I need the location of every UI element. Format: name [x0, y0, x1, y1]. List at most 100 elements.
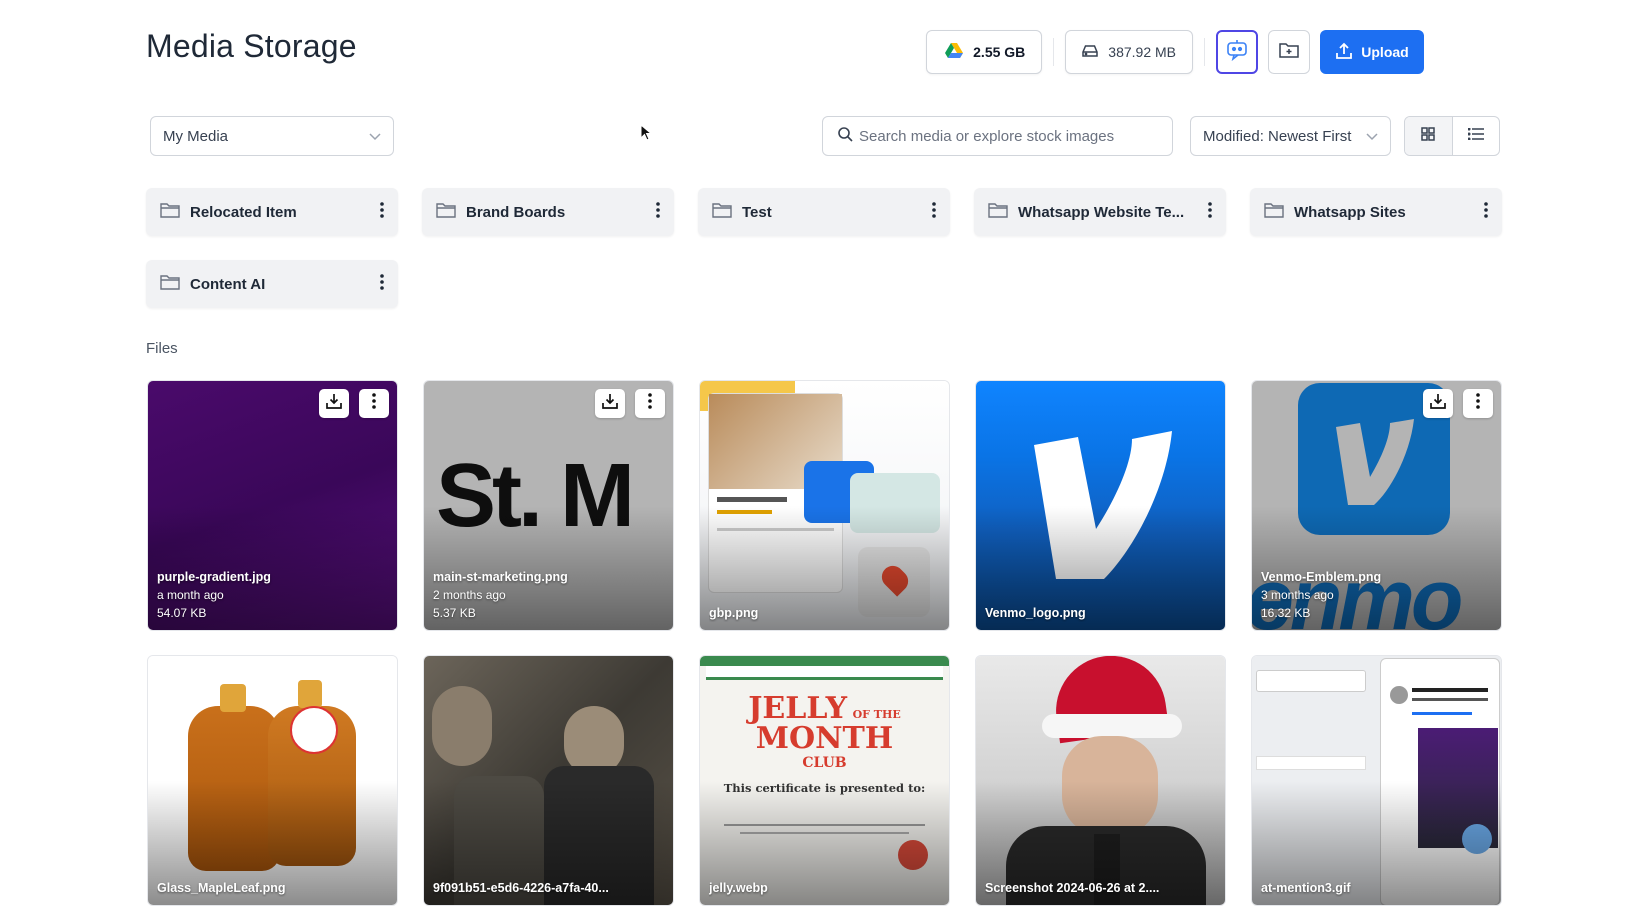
file-name: Venmo-Emblem.png [1261, 570, 1382, 584]
folder-item[interactable]: Content AI [146, 260, 398, 308]
google-drive-usage-button[interactable]: 2.55 GB [926, 30, 1043, 74]
grid-view-button[interactable] [1405, 117, 1453, 155]
folder-item[interactable]: Whatsapp Sites [1250, 188, 1502, 236]
google-drive-icon [945, 42, 964, 62]
file-card[interactable]: St. Mmain-st-marketing.png 2 months ago 5.… [423, 380, 674, 631]
folder-icon [160, 274, 180, 294]
folder-icon [436, 202, 456, 222]
sort-select[interactable]: Modified: Newest First [1190, 116, 1391, 156]
file-card-actions [309, 389, 389, 418]
folder-item[interactable]: Brand Boards [422, 188, 674, 236]
file-card[interactable]: Glass_MapleLeaf.png [147, 655, 398, 906]
new-folder-button[interactable] [1268, 30, 1310, 74]
download-button[interactable] [319, 389, 349, 418]
folder-icon [1264, 202, 1284, 222]
folder-name: Brand Boards [466, 203, 566, 221]
more-options-icon[interactable] [380, 274, 384, 294]
file-card[interactable]: 9f091b51-e5d6-4226-a7fa-40... [423, 655, 674, 906]
thumbnail-title-small: OF THE [852, 708, 901, 721]
download-icon [326, 393, 342, 414]
file-modified: 3 months ago [1261, 588, 1334, 602]
file-card[interactable]: JELLY OF THEMONTHCLUBThis certificate is… [699, 655, 950, 906]
upload-label: Upload [1361, 44, 1409, 60]
download-button[interactable] [595, 389, 625, 418]
search-icon [837, 126, 853, 146]
file-name: main-st-marketing.png [433, 570, 568, 584]
file-size: 54.07 KB [157, 606, 207, 620]
more-options-icon [648, 393, 652, 414]
local-storage-usage-value: 387.92 MB [1108, 44, 1176, 60]
file-meta: Venmo_logo.png [985, 604, 1217, 622]
file-more-options-button[interactable] [635, 389, 665, 418]
hard-drive-icon [1082, 44, 1099, 61]
folder-name: Content AI [190, 275, 266, 293]
file-card[interactable]: gbp.png [699, 380, 950, 631]
download-icon [602, 393, 618, 414]
file-name: Venmo_logo.png [985, 606, 1086, 620]
folder-icon [988, 202, 1008, 222]
media-source-select[interactable]: My Media [150, 116, 394, 156]
thumbnail-title-small: CLUB [802, 755, 847, 771]
folder-item[interactable]: Test [698, 188, 950, 236]
folder-icon [160, 202, 180, 222]
more-options-icon [1476, 393, 1480, 414]
file-card[interactable]: at-mention3.gif [1251, 655, 1502, 906]
sort-value: Modified: Newest First [1203, 127, 1352, 145]
file-modified: 2 months ago [433, 588, 506, 602]
file-name: Screenshot 2024-06-26 at 2.... [985, 881, 1160, 895]
file-meta: 9f091b51-e5d6-4226-a7fa-40... [433, 879, 665, 897]
file-card[interactable]: Screenshot 2024-06-26 at 2.... [975, 655, 1226, 906]
header-actions: 2.55 GB 387.92 MB Upload [926, 30, 1424, 74]
google-drive-usage-value: 2.55 GB [973, 44, 1026, 60]
file-card[interactable]: Venmo_logo.png [975, 380, 1226, 631]
file-more-options-button[interactable] [359, 389, 389, 418]
download-icon [1430, 393, 1446, 414]
file-name: Glass_MapleLeaf.png [157, 881, 286, 895]
local-storage-usage-button[interactable]: 387.92 MB [1065, 30, 1193, 74]
chevron-down-icon [1366, 128, 1378, 145]
file-name: 9f091b51-e5d6-4226-a7fa-40... [433, 881, 609, 895]
file-size: 16.32 KB [1261, 606, 1311, 620]
file-card-actions [585, 389, 665, 418]
file-name: gbp.png [709, 606, 759, 620]
more-options-icon[interactable] [1208, 202, 1212, 222]
folder-icon [712, 202, 732, 222]
file-name: jelly.webp [709, 881, 768, 895]
file-meta: at-mention3.gif [1261, 879, 1493, 897]
folder-name: Whatsapp Sites [1294, 203, 1406, 221]
folder-item[interactable]: Relocated Item [146, 188, 398, 236]
file-card[interactable]: enmoVenmo-Emblem.png3 months ago16.32 KB [1251, 380, 1502, 631]
file-meta: purple-gradient.jpg a month ago 54.07 KB [157, 568, 389, 622]
list-view-button[interactable] [1453, 117, 1500, 155]
media-source-value: My Media [163, 127, 229, 145]
more-options-icon[interactable] [1484, 202, 1488, 222]
upload-icon [1335, 42, 1353, 63]
file-name: purple-gradient.jpg [157, 570, 271, 584]
list-icon [1467, 127, 1484, 145]
ai-assistant-button[interactable] [1216, 30, 1258, 74]
file-meta: gbp.png [709, 604, 941, 622]
file-name: at-mention3.gif [1261, 881, 1351, 895]
chevron-down-icon [369, 128, 381, 145]
more-options-icon[interactable] [380, 202, 384, 222]
file-meta: Glass_MapleLeaf.png [157, 879, 389, 897]
page-title: Media Storage [146, 28, 357, 64]
file-card-actions [1413, 389, 1493, 418]
file-modified: a month ago [157, 588, 224, 602]
folder-plus-icon [1279, 41, 1299, 64]
view-toggle [1404, 116, 1500, 156]
more-options-icon[interactable] [932, 202, 936, 222]
file-card[interactable]: purple-gradient.jpg a month ago 54.07 KB [147, 380, 398, 631]
search-input[interactable]: Search media or explore stock images [822, 116, 1173, 156]
file-meta: Screenshot 2024-06-26 at 2.... [985, 879, 1217, 897]
upload-button[interactable]: Upload [1320, 30, 1424, 74]
divider [1053, 38, 1055, 66]
more-options-icon[interactable] [656, 202, 660, 222]
more-options-icon [372, 393, 376, 414]
folder-item[interactable]: Whatsapp Website Te... [974, 188, 1226, 236]
grid-icon [1421, 126, 1435, 146]
folder-name: Relocated Item [190, 203, 297, 221]
thumbnail-title: MONTH [755, 721, 894, 756]
file-more-options-button[interactable] [1463, 389, 1493, 418]
download-button[interactable] [1423, 389, 1453, 418]
